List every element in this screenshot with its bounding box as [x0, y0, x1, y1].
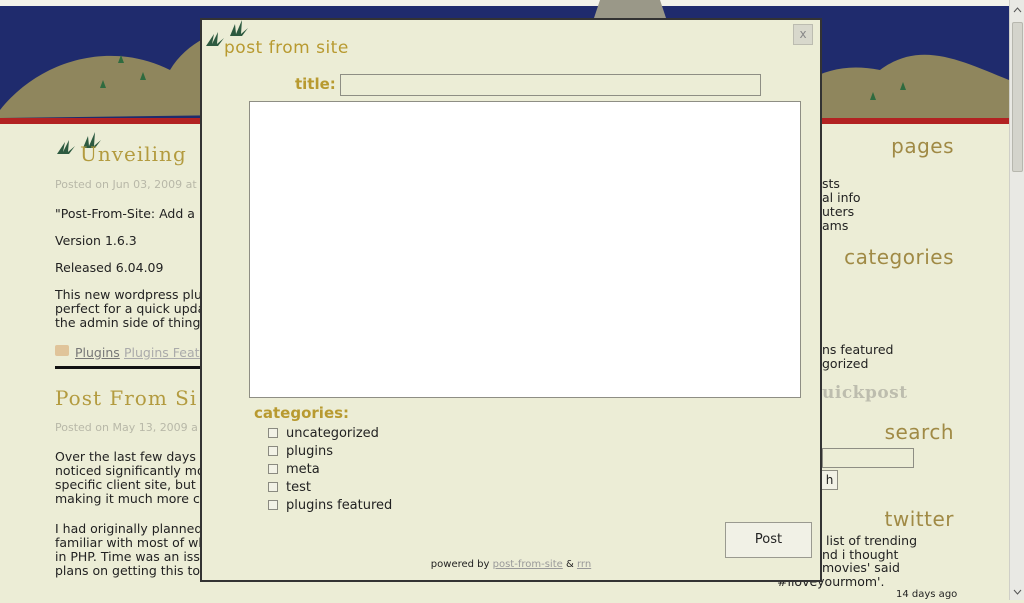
- post-meta: Posted on May 13, 2009 a: [55, 421, 198, 434]
- tag-icon: [55, 345, 69, 356]
- search-input[interactable]: [822, 448, 914, 468]
- post-text-line: "Post-From-Site: Add a: [55, 206, 195, 221]
- dialog-title: post from site: [224, 38, 349, 58]
- category-option-test[interactable]: test: [268, 478, 311, 496]
- category-option-label: plugins: [286, 443, 333, 459]
- post-text-line: specific client site, but: [55, 477, 196, 492]
- post-text-line: the admin side of thing: [55, 315, 201, 330]
- post-text-line: familiar with most of wh: [55, 535, 207, 550]
- ampersand-text: &: [565, 559, 574, 570]
- post-text-line: plans on getting this to: [55, 563, 201, 578]
- category-checkbox[interactable]: [268, 482, 278, 492]
- scroll-down-icon[interactable]: [1011, 584, 1024, 598]
- powered-by-footer: powered by post-from-site & rrn: [202, 559, 820, 570]
- post-text-line: noticed significantly mo: [55, 463, 205, 478]
- post-text-line: in PHP. Time was an iss: [55, 549, 200, 564]
- sidebar-heading-twitter: twitter: [884, 507, 954, 531]
- sidebar-heading-search: search: [884, 420, 954, 444]
- category-checkbox[interactable]: [268, 446, 278, 456]
- category-option-plugins-featured[interactable]: plugins featured: [268, 496, 392, 514]
- sidebar-page-link[interactable]: uters: [822, 204, 854, 219]
- category-option-meta[interactable]: meta: [268, 460, 320, 478]
- sidebar-category-link[interactable]: ns featured: [822, 342, 893, 357]
- title-input[interactable]: [340, 74, 761, 96]
- post-meta: Posted on Jun 03, 2009 at: [55, 178, 197, 191]
- title-label: title:: [295, 75, 336, 93]
- tweet-text-line: movies' said: [822, 560, 900, 575]
- category-option-label: test: [286, 479, 311, 495]
- category-option-label: meta: [286, 461, 320, 477]
- post-title[interactable]: Unveiling: [80, 142, 187, 166]
- category-option-plugins[interactable]: plugins: [268, 442, 333, 460]
- categories-label: categories:: [254, 404, 350, 422]
- category-option-label: uncategorized: [286, 425, 379, 441]
- post-button[interactable]: Post: [725, 522, 812, 558]
- sidebar-heading-quickpost[interactable]: uickpost: [822, 383, 908, 403]
- category-option-label: plugins featured: [286, 497, 393, 513]
- scroll-up-icon[interactable]: [1011, 2, 1024, 16]
- close-button[interactable]: x: [793, 24, 813, 45]
- post-text-line: perfect for a quick upda: [55, 301, 206, 316]
- author-link[interactable]: rrn: [577, 559, 591, 570]
- search-button[interactable]: h: [822, 470, 838, 490]
- post-version: Version 1.6.3: [55, 233, 137, 248]
- tweet-text-line: list of trending: [826, 533, 917, 548]
- post-from-site-dialog: post from site x title: categories: unca…: [200, 18, 822, 582]
- sidebar-page-link[interactable]: ams: [822, 218, 848, 233]
- post-from-site-link[interactable]: post-from-site: [493, 559, 563, 570]
- category-checkbox[interactable]: [268, 500, 278, 510]
- page-scrollbar[interactable]: [1009, 0, 1024, 600]
- sidebar-page-link[interactable]: sts: [822, 176, 840, 191]
- sidebar-heading-categories: categories: [844, 245, 954, 269]
- post-release-date: Released 6.04.09: [55, 260, 164, 275]
- powered-by-text: powered by: [430, 559, 490, 570]
- scroll-thumb[interactable]: [1012, 22, 1023, 172]
- post-body-textarea[interactable]: [249, 101, 801, 398]
- category-checkbox[interactable]: [268, 428, 278, 438]
- tag-link[interactable]: Plugins Featu: [124, 346, 207, 360]
- post-text-line: This new wordpress plu: [55, 287, 202, 302]
- tweet-timestamp: 14 days ago: [896, 589, 958, 600]
- post-text-line: Over the last few days I: [55, 449, 204, 464]
- tag-link[interactable]: Plugins: [75, 346, 120, 360]
- post-text-line: I had originally planned: [55, 521, 203, 536]
- post-text-line: making it much more cu: [55, 491, 208, 506]
- post-title[interactable]: Post From Si: [55, 386, 197, 410]
- sidebar-heading-pages: pages: [891, 134, 954, 158]
- category-option-uncategorized[interactable]: uncategorized: [268, 424, 379, 442]
- post-divider: [55, 366, 200, 369]
- sidebar-category-link[interactable]: gorized: [822, 356, 868, 371]
- sidebar-page-link[interactable]: al info: [822, 190, 861, 205]
- category-checkbox[interactable]: [268, 464, 278, 474]
